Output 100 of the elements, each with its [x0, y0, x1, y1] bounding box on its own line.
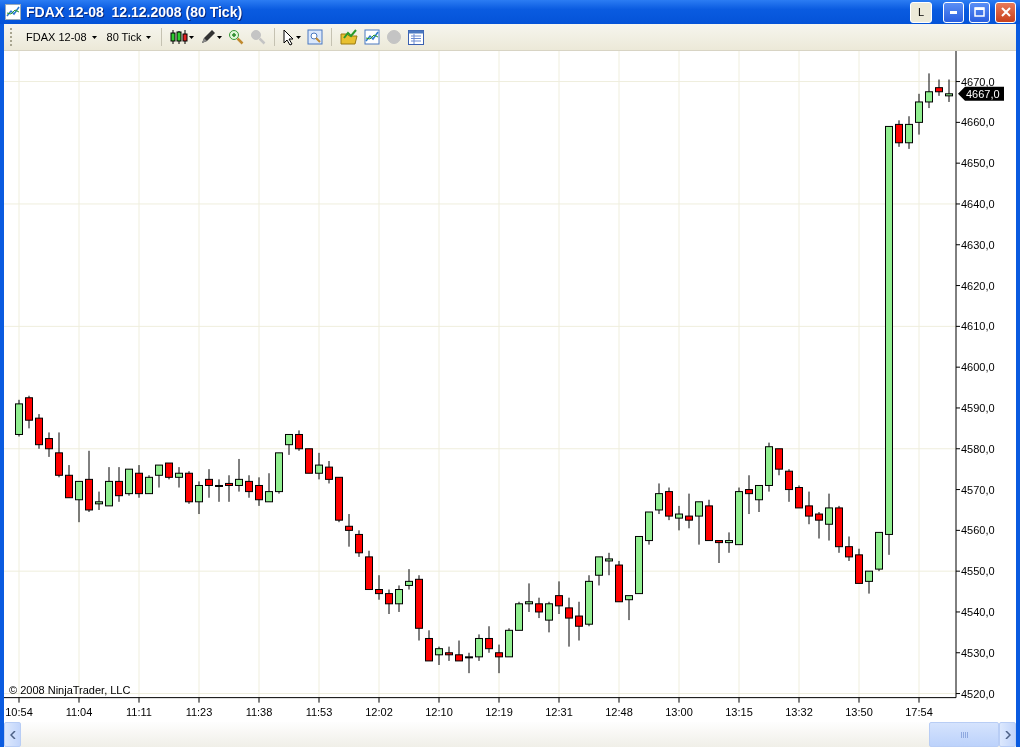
link-button[interactable]: L [910, 1, 932, 23]
candlestick [235, 458, 243, 493]
zoom-box-button[interactable] [306, 28, 325, 46]
interval-dropdown[interactable]: 80 Tick [103, 29, 155, 45]
x-axis-label: 11:38 [245, 705, 273, 718]
candlestick [735, 487, 743, 546]
candlestick [635, 536, 643, 595]
y-axis-label: 4620,0 [961, 279, 995, 292]
caret-icon [146, 35, 152, 39]
x-axis-label: 11:23 [185, 705, 213, 718]
candlestick [485, 625, 493, 654]
candlestick [765, 442, 773, 493]
candlestick [475, 633, 483, 662]
candlestick [355, 529, 363, 558]
candlestick [395, 584, 403, 613]
x-axis-label: 10:54 [5, 705, 33, 718]
candlestick [255, 476, 263, 507]
candlestick [55, 431, 63, 478]
x-axis-label: 12:10 [425, 705, 453, 718]
candlestick [815, 511, 823, 539]
scroll-right-button[interactable] [999, 722, 1016, 747]
candlestick [785, 468, 793, 503]
candlestick [455, 640, 463, 662]
minimize-button[interactable] [943, 1, 964, 23]
candlestick [375, 574, 383, 601]
candlestick [705, 499, 713, 542]
y-axis-label: 4560,0 [961, 524, 995, 537]
cursor-button[interactable] [282, 27, 303, 47]
candlestick [675, 505, 683, 531]
pencil-button[interactable] [199, 28, 224, 46]
y-axis-label: 4610,0 [961, 320, 995, 333]
candlestick [895, 119, 903, 148]
maximize-button[interactable] [969, 1, 990, 23]
candlestick [715, 540, 723, 564]
last-price-tag: 4667,0 [958, 86, 1004, 101]
candlestick [905, 115, 913, 150]
y-axis-label: 4570,0 [961, 483, 995, 496]
copyright-text: © 2008 NinjaTrader, LLC [9, 683, 131, 696]
candlestick [285, 434, 293, 456]
candlestick [685, 493, 693, 529]
y-axis-label: 4660,0 [961, 116, 995, 129]
y-axis-label: 4550,0 [961, 565, 995, 578]
candlestick [835, 505, 843, 554]
candlestick [345, 513, 353, 548]
candlestick-icon [170, 29, 189, 45]
candles-button[interactable] [169, 28, 196, 46]
caret-icon [217, 35, 223, 39]
x-axis-label: 13:50 [845, 705, 873, 718]
close-icon [1000, 7, 1011, 17]
folder-button[interactable] [339, 28, 360, 46]
candlestick [795, 485, 803, 509]
candlestick [135, 464, 143, 499]
y-axis-label: 4670,0 [961, 75, 995, 88]
candlestick [445, 646, 453, 662]
candlestick [205, 468, 213, 499]
horizontal-scrollbar[interactable] [4, 722, 1016, 747]
candlestick [555, 580, 563, 615]
x-axis-label: 13:32 [785, 705, 813, 718]
y-axis-label: 4630,0 [961, 238, 995, 251]
caret-icon [189, 35, 195, 39]
candlestick [45, 431, 53, 458]
candlestick [855, 548, 863, 584]
candlestick [435, 646, 443, 666]
zoom-in-button[interactable] [227, 28, 246, 46]
candlestick [845, 536, 853, 562]
candlestick [305, 448, 313, 474]
table-button[interactable] [407, 28, 426, 46]
candlestick [195, 480, 203, 515]
candlestick [25, 395, 33, 429]
y-axis-label: 4600,0 [961, 361, 995, 374]
instrument-dropdown[interactable]: FDAX 12-08 [23, 29, 100, 45]
candlestick [665, 487, 673, 521]
candlestick [35, 413, 43, 450]
scroll-left-button[interactable] [4, 722, 21, 747]
candlestick [155, 464, 163, 488]
scroll-thumb[interactable] [929, 722, 999, 747]
candlestick [935, 79, 943, 97]
y-axis-label: 4530,0 [961, 646, 995, 659]
candlestick [515, 601, 523, 631]
candlestick [865, 570, 873, 595]
candlestick [175, 466, 183, 488]
line-chart-button[interactable] [363, 28, 382, 46]
candlestick [565, 597, 573, 648]
candlestick [535, 597, 543, 619]
candlestick [295, 429, 303, 452]
candlestick [595, 556, 603, 586]
x-axis-label: 11:53 [305, 705, 333, 718]
caret-icon [296, 35, 302, 39]
candlestick [575, 601, 583, 641]
candlestick [365, 550, 373, 590]
candlestick [695, 501, 703, 546]
candlestick [725, 531, 733, 554]
y-axis-label: 4540,0 [961, 605, 995, 618]
candlestick [825, 493, 833, 542]
y-axis-label: 4520,0 [961, 687, 995, 700]
toolbar-grip[interactable] [10, 28, 15, 46]
x-axis-label: 11:11 [126, 705, 152, 718]
x-axis-label: 12:48 [605, 705, 633, 718]
chevron-left-icon [9, 730, 16, 739]
close-button[interactable] [995, 1, 1016, 23]
